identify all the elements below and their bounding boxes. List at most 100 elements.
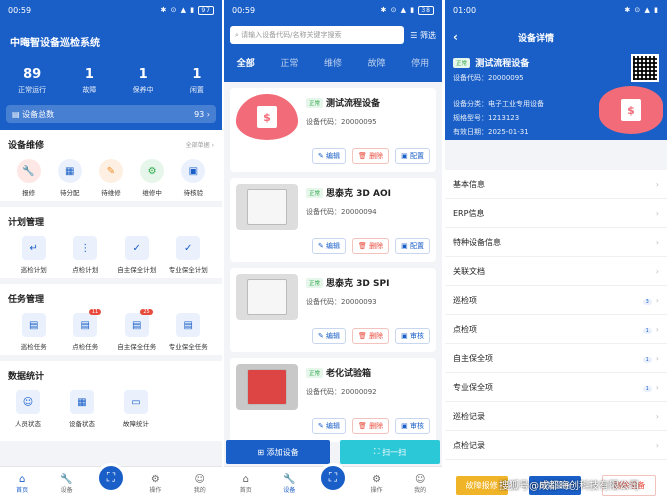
delete-button[interactable]: 🗑 删除 [352, 148, 390, 164]
button-label: 扫一扫 [382, 447, 407, 457]
menu-patrol-records[interactable]: 巡检记录 › [445, 402, 667, 431]
scan-button[interactable]: ⛶ [95, 462, 126, 493]
tab-fault[interactable]: 故障 [368, 56, 386, 69]
task-pro[interactable]: ▤ 专业保全任务 [168, 313, 208, 351]
search-row: ⌕ 请输入设备代码/名称关键字搜索 ☰ 筛选 [230, 26, 436, 44]
tab-normal[interactable]: 正常 [280, 56, 298, 69]
stats-fault[interactable]: ▭ 故障统计 [116, 390, 156, 428]
stats-device[interactable]: ▦ 设备状态 [62, 390, 102, 428]
repair-assign[interactable]: ▦ 待分配 [50, 159, 90, 197]
device-total-bar[interactable]: ▤ 设备总数 93 › [6, 105, 216, 123]
tab-operate[interactable]: ⚙ 操作 [140, 474, 170, 494]
document-icon: $ [621, 99, 641, 121]
repair-pending[interactable]: ✎ 待维修 [91, 159, 131, 197]
plan-patrol[interactable]: ↵ 巡检计划 [14, 236, 54, 274]
scan-button[interactable]: ⛶ [317, 462, 348, 493]
back-icon[interactable]: ‹ [453, 30, 458, 44]
tab-repair[interactable]: 维修 [324, 56, 342, 69]
tab-all[interactable]: 全部 [237, 56, 255, 69]
tab-operate[interactable]: ⚙ 操作 [362, 474, 392, 494]
search-input[interactable]: ⌕ 请输入设备代码/名称关键字搜索 [230, 26, 405, 44]
edit-button[interactable]: ✎ 编辑 [311, 148, 347, 164]
edit-button[interactable]: ✎ 编辑 [311, 238, 347, 254]
menu-documents[interactable]: 关联文档 › [445, 257, 667, 286]
button-label: 编辑 [326, 332, 341, 340]
task-self[interactable]: 25 ▤ 自主保全任务 [117, 309, 157, 351]
all-orders-link[interactable]: 全部单据 › [186, 140, 214, 149]
item-label: 专业保全任务 [168, 343, 208, 351]
menu-label: 基本信息 [453, 179, 485, 189]
tab-device[interactable]: 🔧 设备 [52, 474, 82, 494]
section-task: 任务管理 ▤ 巡检任务 11 ▤ 点检任务 25 ▤ 自主保全任务 ▤ 专业保全任务 [0, 284, 222, 355]
audit-button[interactable]: ▣ 审核 [395, 328, 430, 344]
tab-device[interactable]: 🔧 设备 [274, 474, 304, 494]
chevron-right-icon: › [655, 411, 659, 421]
repair-inprogress[interactable]: ⚙ 维修中 [132, 159, 172, 197]
tab-mine[interactable]: ☺ 我的 [185, 474, 215, 494]
tab-bar: ⌂ 首页 🔧 设备 ⛶ ⚙ 操作 ☺ 我的 [0, 462, 222, 500]
menu-check-items[interactable]: 点检项 1 › [445, 315, 667, 344]
tab-disabled[interactable]: 停用 [411, 56, 429, 69]
check-icon: ⋮ [73, 236, 98, 260]
stat-normal[interactable]: 89 正常运行 [18, 67, 46, 95]
add-device-button[interactable]: ⊞ 添加设备 [226, 440, 330, 464]
edit-button[interactable]: ✎ 编辑 [311, 418, 347, 434]
status-time: 01:00 [453, 5, 477, 15]
menu-label: 自主保全项 [453, 353, 493, 363]
tab-home[interactable]: ⌂ 首页 [7, 474, 37, 494]
repair-report[interactable]: 🔧 报修 [9, 159, 49, 197]
menu-label: 点检项 [453, 324, 477, 334]
plan-check[interactable]: ⋮ 点检计划 [65, 236, 105, 274]
tab-home[interactable]: ⌂ 首页 [231, 474, 261, 494]
device-detail-screen: 01:00 ✱ ⊙ ▲ ▮ ‹ 设备详情 正常 测试流程设备 设备代码：20000… [445, 0, 667, 500]
chevron-right-icon: › [655, 440, 659, 450]
user-icon: ☺ [414, 473, 426, 485]
menu-pro-maint[interactable]: 专业保全项 1 › [445, 373, 667, 402]
task-icon: ▤ [73, 313, 98, 337]
notification-badge: 11 [88, 309, 102, 315]
scan-icon: ⛶ [106, 470, 116, 484]
menu-special-info[interactable]: 特种设备信息 › [445, 228, 667, 257]
stats-people[interactable]: ☺ 人员状态 [8, 390, 48, 428]
tab-label: 操作 [149, 486, 162, 494]
filter-button[interactable]: ☰ 筛选 [410, 30, 436, 41]
menu-basic-info[interactable]: 基本信息 › [445, 170, 667, 199]
plan-pro[interactable]: ✓ 专业保全计划 [168, 236, 208, 274]
scan-icon: ⛶ [328, 470, 338, 484]
tab-bar: ⌂ 首页 🔧 设备 ⛶ ⚙ 操作 ☺ 我的 [224, 462, 442, 500]
status-stats: 89 正常运行 1 故障 1 保养中 1 闲置 [0, 67, 222, 95]
wrench-icon: 🔧 [60, 473, 73, 485]
menu-patrol-items[interactable]: 巡检项 3 › [445, 286, 667, 315]
audit-button[interactable]: ▣ 审核 [395, 418, 430, 434]
tab-mine[interactable]: ☺ 我的 [405, 474, 435, 494]
qr-code-icon[interactable] [631, 54, 659, 82]
system-icons: ✱ ⊙ ▲ ▮ 38 [380, 6, 434, 15]
device-card[interactable]: 正常 老化试验箱 设备代码：20000092 ✎ 编辑 🗑 删除 ▣ 审核 [230, 358, 436, 442]
device-card[interactable]: 正常 思泰克 3D SPI 设备代码：20000093 ✎ 编辑 🗑 删除 ▣ 审核 [230, 268, 436, 352]
stat-maintain[interactable]: 1 保养中 [133, 67, 154, 95]
menu-erp-info[interactable]: ERP信息 › [445, 199, 667, 228]
config-button[interactable]: ▣ 配置 [395, 238, 430, 254]
device-card[interactable]: $ 正常 测试流程设备 设备代码：20000095 ✎ 编辑 🗑 删除 ▣ 配置 [230, 88, 436, 172]
config-button[interactable]: ▣ 配置 [395, 148, 430, 164]
button-label: 编辑 [326, 242, 341, 250]
device-card[interactable]: 正常 思泰克 3D AOI 设备代码：20000094 ✎ 编辑 🗑 删除 ▣ 配置 [230, 178, 436, 262]
task-patrol[interactable]: ▤ 巡检任务 [14, 313, 54, 351]
status-time: 00:59 [8, 5, 32, 15]
item-label: 点检任务 [72, 343, 99, 351]
task-check[interactable]: 11 ▤ 点检任务 [65, 309, 105, 351]
delete-button[interactable]: 🗑 删除 [352, 418, 390, 434]
plan-self[interactable]: ✓ 自主保全计划 [117, 236, 157, 274]
device-thumbnail [236, 184, 298, 230]
stat-fault[interactable]: 1 故障 [82, 67, 96, 95]
delete-button[interactable]: 🗑 删除 [352, 238, 390, 254]
menu-self-maint[interactable]: 自主保全项 1 › [445, 344, 667, 373]
tab-label: 首页 [239, 486, 252, 494]
delete-button[interactable]: 🗑 删除 [352, 328, 390, 344]
stat-idle[interactable]: 1 闲置 [190, 67, 204, 95]
repair-verify[interactable]: ▣ 待核验 [173, 159, 213, 197]
edit-button[interactable]: ✎ 编辑 [311, 328, 347, 344]
menu-check-records[interactable]: 点检记录 › [445, 431, 667, 460]
notification-badge: 25 [140, 309, 153, 315]
scan-button[interactable]: ⛶ 扫一扫 [340, 440, 440, 464]
